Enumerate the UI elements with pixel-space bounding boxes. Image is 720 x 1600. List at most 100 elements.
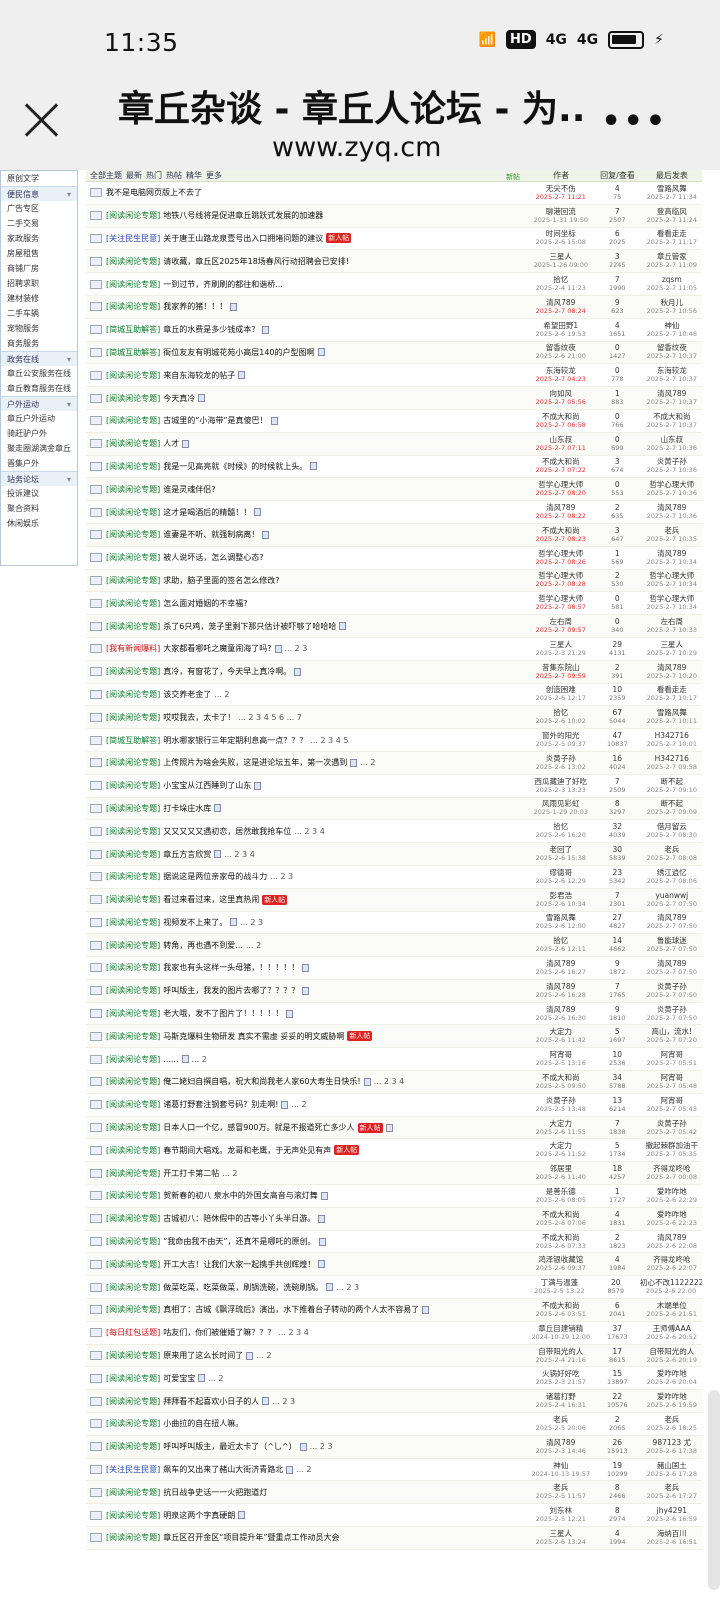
author-name[interactable]: 大定力 (529, 1119, 593, 1128)
last-poster[interactable]: 老兵 (642, 845, 702, 854)
last-post-date[interactable]: 2025-2-7 10:33 (642, 626, 702, 635)
thread-category[interactable]: [阅读闲论专题] (106, 279, 160, 290)
last-post-date[interactable]: 2025-2-7 10:11 (642, 717, 702, 726)
last-post-date[interactable]: 2025-2-6 17:28 (642, 1470, 702, 1479)
author-name[interactable]: 缪德哥 (529, 868, 593, 877)
last-poster[interactable]: 炎黄子孙 (642, 982, 702, 991)
thread-title-link[interactable]: 春节期间大唱戏。龙哥和老鹰，于无声处见有声 (163, 1145, 331, 1156)
author-name[interactable]: 章丘目建销精 (529, 1324, 593, 1333)
last-post-date[interactable]: 2025-2-7 10:37 (642, 352, 702, 361)
author-name[interactable]: 创造困难 (529, 685, 593, 694)
last-poster[interactable]: 左右周 (642, 617, 702, 626)
last-post-date[interactable]: 2025-2-7 10:20 (642, 672, 702, 681)
thread-pages[interactable]: ... 2 3 (240, 918, 263, 927)
thread-row[interactable]: [阅读闲论专题] 古城里的“小海带”是真傻巴！ 不成大和尚 2025-2-7 06:5… (86, 409, 702, 433)
author-name[interactable]: 是善乐德 (529, 1187, 593, 1196)
last-post-date[interactable]: 2025-2-7 10:37 (642, 375, 702, 384)
sidebar-item[interactable]: 章丘公安服务在线 (1, 366, 77, 381)
author-name[interactable]: 无尖不伤 (529, 184, 593, 193)
thread-category[interactable]: [简城互助解答] (106, 347, 160, 358)
author-name[interactable]: 老回了 (529, 845, 593, 854)
author-name[interactable]: 雪路风舞 (529, 913, 593, 922)
thread-row[interactable]: [阅读闲论专题] 古城初八：陪休假中的古等小丫头半日游。 不成大和尚 2025-2-6… (86, 1207, 702, 1231)
last-poster[interactable]: 清风789 (642, 549, 702, 558)
thread-title-link[interactable]: 一到过节，齐刷刷的都往和谐桥... (163, 279, 283, 290)
last-poster[interactable]: 齐得龙咚呛 (642, 1164, 702, 1173)
thread-row[interactable]: [阅读闲论专题] 今天真冷 向如风 2025-2-7 05:56 1 883 清风789 20… (86, 387, 702, 410)
thread-title-link[interactable]: 真相了：古城《飘浮琉后》演出，水下推着台子转动的两个人太不容易了 (163, 1304, 419, 1315)
filter-tab[interactable]: 热帖 (166, 170, 182, 181)
sidebar-item[interactable]: 招聘求职 (1, 276, 77, 291)
last-poster[interactable]: zqsm (642, 275, 702, 284)
sidebar-item[interactable]: 聚合资料 (1, 501, 77, 516)
sidebar-group-header[interactable]: 政务在线 (1, 351, 77, 367)
thread-category[interactable]: [阅读闲论专题] (106, 1190, 160, 1201)
last-poster[interactable]: 赭山国土 (642, 1461, 702, 1470)
thread-category[interactable]: [阅读闲论专题] (106, 1350, 160, 1361)
author-name[interactable]: 清风789 (529, 1005, 593, 1014)
thread-category[interactable]: [阅读闲论专题] (106, 484, 160, 495)
thread-category[interactable]: [阅读闲论专题] (106, 575, 160, 586)
last-post-date[interactable]: 2025-2-7 05:48 (642, 1082, 702, 1091)
author-name[interactable]: 哲学心理大师 (529, 571, 593, 580)
last-poster[interactable]: 老兵 (642, 1483, 702, 1492)
author-name[interactable]: 窗外的阳光 (529, 731, 593, 740)
last-post-date[interactable]: 2025-2-7 11:05 (642, 284, 702, 293)
last-post-date[interactable]: 2025-2-7 10:37 (642, 421, 702, 430)
thread-row[interactable]: [阅读闲论专题] 该交养老金了... 2 创造困难 2025-2-6 12:17 10 2… (86, 683, 702, 707)
thread-row[interactable]: [阅读闲论专题] 这才是喝酒后的精髓！！ 清风789 2025-2-7 08:22 2 6… (86, 501, 702, 524)
author-name[interactable]: 昔集东院山 (529, 663, 593, 672)
thread-row[interactable]: [阅读闲论专题] 俺二姥妇自撰自唱，祝大和尚我老人家60大寿生日快乐! ... 2 … (86, 1071, 702, 1094)
thread-category[interactable]: [阅读闲论专题] (106, 1304, 160, 1315)
thread-row[interactable]: [每日红包话题] 咕友们，你们被催婚了嘛？？？... 2 3 4 章丘目建销精 202… (86, 1321, 702, 1345)
last-post-date[interactable]: 2025-2-6 21:51 (642, 1310, 702, 1319)
sidebar-group-header[interactable]: 便民信息 (1, 186, 77, 202)
last-post-date[interactable]: 2025-2-7 10:35 (642, 535, 702, 544)
thread-pages[interactable]: ... 2 (360, 758, 375, 767)
author-name[interactable]: 诸葛打野 (529, 1392, 593, 1401)
last-poster[interactable]: 山东叔 (642, 435, 702, 444)
thread-pages[interactable]: ... 2 3 (272, 1397, 295, 1406)
last-post-date[interactable]: 2025-2-6 16:59 (642, 1515, 702, 1524)
author-name[interactable]: 炎黄子孙 (529, 754, 593, 763)
thread-title-link[interactable]: 原来用了这么长时间了 (163, 1350, 243, 1361)
last-poster[interactable]: 爱咋咋地 (642, 1210, 702, 1219)
thread-row[interactable]: [阅读闲论专题] 谁妻是不听、就强制病离！ 不成大和尚 2025-2-7 08:23 3… (86, 523, 702, 547)
thread-row[interactable]: [阅读闲论专题] 日本人口一个亿，感冒900万。就是不报道死亡多少人 新人帖 大定力 2… (86, 1116, 702, 1140)
last-poster[interactable]: 不成大和尚 (642, 412, 702, 421)
author-name[interactable]: 清风789 (529, 298, 593, 307)
thread-category[interactable]: [阅读闲论专题] (106, 461, 160, 472)
thread-category[interactable]: [简城互助解答] (106, 324, 160, 335)
sidebar-item[interactable]: 休闲娱乐 (1, 516, 77, 531)
author-name[interactable]: 刘东林 (529, 1506, 593, 1515)
thread-title-link[interactable]: 我家也有头这样一头母猪，！！！！！ (163, 962, 299, 973)
thread-title-link[interactable]: 衙位友友有明城花苑小高层140的户型图啊 (163, 347, 314, 358)
author-name[interactable]: 老兵 (529, 1483, 593, 1492)
last-poster[interactable]: 鲁能球迷 (642, 936, 702, 945)
sidebar-item[interactable]: 商务服务 (1, 336, 77, 351)
thread-row[interactable]: [阅读闲论专题] 又又又又又遇初恋，居然敢我抢车位... 2 3 4 拾忆 2025-… (86, 820, 702, 844)
thread-row[interactable]: [阅读闲论专题] 可爱宝宝... 2 火锅好好吃 2025-2-3 21:57 15 13… (86, 1367, 702, 1391)
thread-title-link[interactable]: ...... (163, 1055, 178, 1064)
author-name[interactable]: 清风789 (529, 959, 593, 968)
thread-category[interactable]: [阅读闲论专题] (106, 1076, 160, 1087)
last-post-date[interactable]: 2025-2-6 22:07 (642, 1264, 702, 1273)
thread-title-link[interactable]: 该交养老金了 (163, 689, 211, 700)
last-post-date[interactable]: 2025-2-7 08:30 (642, 831, 702, 840)
last-poster[interactable]: 看看走走 (642, 229, 702, 238)
thread-title-link[interactable]: 谁妻是不听、就强制病离！ (163, 529, 259, 540)
thread-category[interactable]: [阅读闲论专题] (106, 826, 160, 837)
last-post-date[interactable]: 2025-2-7 08:08 (642, 854, 702, 863)
sidebar-item[interactable]: 原创文学 (1, 171, 77, 186)
last-post-date[interactable]: 2025-2-7 10:48 (642, 330, 702, 339)
thread-category[interactable]: [阅读闲论专题] (106, 1099, 160, 1110)
thread-row[interactable]: [阅读闲论专题] 贺新春的初八 泉水中的外国女高音与滚灯舞 是善乐德 2025-2-6… (86, 1185, 702, 1208)
thread-row[interactable]: [阅读闲论专题] 原来用了这么长时间了... 2 自带阳光的人 2025-2-4 21… (86, 1344, 702, 1368)
sidebar-item[interactable]: 骑赶驴户外 (1, 426, 77, 441)
thread-row[interactable]: [阅读闲论专题] 被人说坏话，怎么调整心态? 哲学心理大师 2025-2-7 08:2… (86, 546, 702, 570)
thread-category[interactable]: [阅读闲论专题] (106, 370, 160, 381)
thread-row[interactable]: [阅读闲论专题] 一到过节，齐刷刷的都往和谐桥... 拾忆 2025-2-4 11:2… (86, 273, 702, 296)
filter-tab[interactable]: 精华 (186, 170, 202, 181)
author-name[interactable]: 不成大和尚 (529, 1233, 593, 1242)
thread-row[interactable]: [阅读闲论专题] 打卡垛庄水库 风雨见彩虹 2025-1-29 20:03 8 3297 断… (86, 797, 702, 821)
